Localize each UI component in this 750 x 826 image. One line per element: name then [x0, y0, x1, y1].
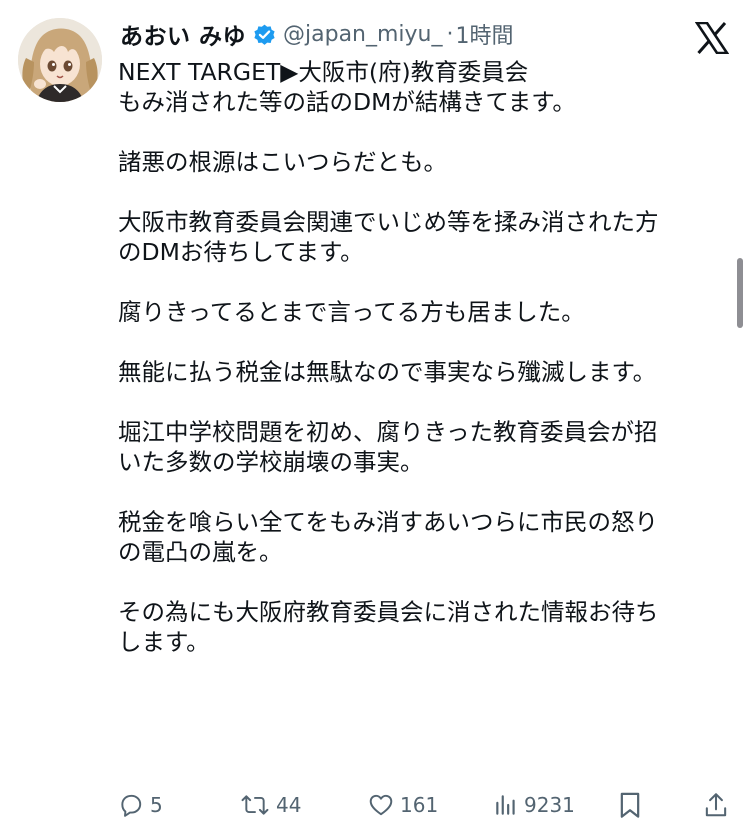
heart-icon	[369, 794, 393, 816]
tweet-paragraph: 堀江中学校問題を初め、腐りきった教育委員会が招 いた多数の学校崩壊の事実。	[118, 417, 728, 477]
tweet-line: 腐りきってるとまで言ってる方も居ました。	[118, 298, 585, 326]
tweet-timestamp[interactable]: 1時間	[456, 18, 514, 50]
views-button[interactable]: 9231	[494, 790, 575, 820]
verified-badge-icon	[252, 22, 277, 47]
tweet-text: NEXT TARGET▶大阪市(府)教育委員会 もみ消された等の話のDMが結構きて…	[118, 57, 728, 657]
share-icon	[705, 793, 727, 817]
repost-button[interactable]: 44	[240, 790, 301, 820]
repost-icon	[241, 795, 269, 815]
share-button[interactable]	[703, 790, 729, 820]
tweet-line: の電凸の嵐を。	[118, 538, 283, 566]
reply-button[interactable]: 5	[118, 790, 163, 820]
views-chart-icon	[496, 795, 515, 815]
author-name[interactable]: あおい みゆ	[120, 17, 246, 51]
x-logo-icon	[694, 21, 730, 55]
tweet-line: のDMお待ちしてます。	[118, 238, 364, 266]
anime-girl-avatar-icon	[18, 18, 102, 102]
tweet-paragraph: 腐りきってるとまで言ってる方も居ました。	[118, 297, 728, 327]
like-count: 161	[400, 793, 439, 817]
scrollbar-thumb[interactable]	[737, 258, 743, 328]
bookmark-button[interactable]	[618, 790, 642, 820]
tweet-line: もみ消された等の話のDMが結構きてます。	[118, 88, 576, 116]
tweet-line: 無能に払う税金は無駄なので事実なら殲滅します。	[118, 358, 657, 386]
tweet-paragraph: NEXT TARGET▶大阪市(府)教育委員会 もみ消された等の話のDMが結構きて…	[118, 57, 728, 117]
tweet-line: 堀江中学校問題を初め、腐りきった教育委員会が招	[118, 418, 658, 446]
tweet-paragraph: 大阪市教育委員会関連でいじめ等を揉み消された方 のDMお待ちしてます。	[118, 207, 728, 267]
repost-count: 44	[276, 793, 302, 817]
bookmark-icon	[620, 792, 640, 818]
tweet-line: 税金を喰らい全てをもみ消すあいつらに市民の怒り	[118, 508, 659, 536]
tweet-paragraph: その為にも大阪府教育委員会に消された情報お待ち します。	[118, 597, 728, 657]
tweet-header: あおい みゆ @japan_miyu_ · 1時間	[120, 16, 514, 52]
tweet-line: 大阪市教育委員会関連でいじめ等を揉み消された方	[118, 208, 659, 236]
tweet-paragraph: 税金を喰らい全てをもみ消すあいつらに市民の怒り の電凸の嵐を。	[118, 507, 728, 567]
tweet-line: いた多数の学校崩壊の事実。	[118, 448, 424, 476]
like-button[interactable]: 161	[368, 790, 438, 820]
tweet-line: NEXT TARGET▶大阪市(府)教育委員会	[118, 58, 529, 86]
tweet-line: します。	[118, 628, 210, 656]
avatar[interactable]	[18, 18, 102, 102]
author-handle[interactable]: @japan_miyu_	[283, 22, 443, 47]
tweet-line: その為にも大阪府教育委員会に消された情報お待ち	[118, 598, 659, 626]
views-count: 9231	[524, 793, 575, 817]
tweet-paragraph: 無能に払う税金は無駄なので事実なら殲滅します。	[118, 357, 728, 387]
tweet-line: 諸悪の根源はこいつらだとも。	[118, 148, 447, 176]
reply-icon	[121, 794, 142, 817]
separator-dot: ·	[446, 21, 454, 47]
tweet-paragraph: 諸悪の根源はこいつらだとも。	[118, 147, 728, 177]
reply-count: 5	[150, 793, 163, 817]
tweet-actions: 5 44 161 9231	[0, 790, 750, 820]
